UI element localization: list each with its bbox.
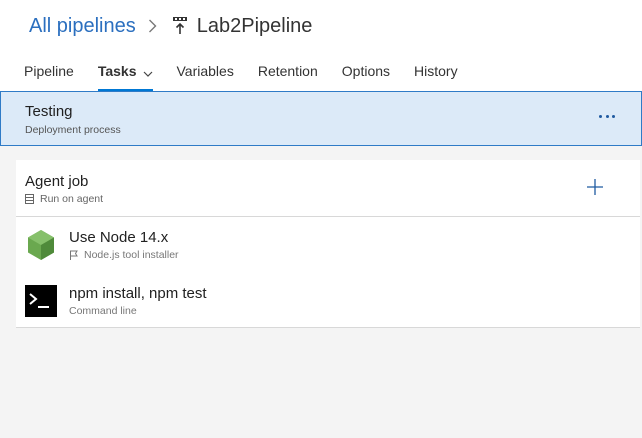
plus-icon[interactable] [586,178,604,196]
task-npm-install[interactable]: npm install, npm test Command line [16,273,640,327]
stage-subtitle: Deployment process [25,124,121,136]
tab-retention[interactable]: Retention [258,61,318,91]
breadcrumb: All pipelines Lab2Pipeline [29,13,312,39]
release-pipeline-icon [171,15,189,37]
stage-name: Testing [25,103,73,120]
task-subtitle: Command line [69,305,137,317]
agent-job-subtitle: Run on agent [25,193,103,205]
tab-options[interactable]: Options [342,61,390,91]
all-pipelines-link[interactable]: All pipelines [29,15,136,38]
agent-job[interactable]: Agent job Run on agent [16,160,640,217]
tab-label: Pipeline [24,63,74,79]
tab-label: Variables [176,63,234,79]
tab-tasks[interactable]: Tasks [97,61,153,91]
tab-label: Retention [257,63,318,79]
command-line-icon [25,285,57,317]
task-name: npm install, npm test [69,285,207,302]
chevron-right-icon [148,13,157,39]
task-use-node[interactable]: Use Node 14.x Node.js tool installer [16,217,640,271]
tab-label: Tasks [97,63,137,79]
tab-bar: Pipeline Tasks Variables Retention Optio… [24,61,482,91]
tab-history[interactable]: History [414,61,458,91]
agent-job-title: Agent job [25,173,89,190]
flag-icon [69,250,79,260]
server-icon [25,194,34,204]
tab-pipeline[interactable]: Pipeline [24,61,74,91]
task-subtitle-text: Command line [69,305,137,317]
chevron-down-icon [143,66,153,77]
stage-selector[interactable]: Testing Deployment process [0,91,642,146]
tab-label: History [414,63,458,79]
task-list: Use Node 14.x Node.js tool installer npm… [16,217,640,328]
task-subtitle: Node.js tool installer [69,249,179,261]
nodejs-icon [25,229,57,261]
page-header: All pipelines Lab2Pipeline Pipeline Task… [0,0,642,92]
tab-variables[interactable]: Variables [177,61,234,91]
ellipsis-icon[interactable] [599,108,615,124]
task-subtitle-text: Node.js tool installer [84,249,179,261]
agent-job-subtitle-text: Run on agent [40,193,104,205]
tab-label: Options [341,63,391,79]
pipeline-title: Lab2Pipeline [196,14,313,37]
task-name: Use Node 14.x [69,229,169,246]
